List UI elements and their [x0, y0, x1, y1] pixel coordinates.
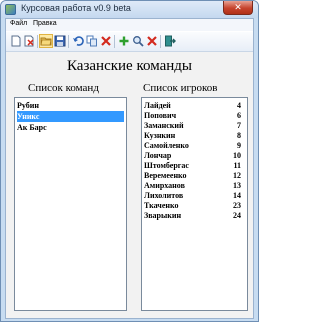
main-panel: Казанские команды Список команд Список и… — [6, 52, 253, 318]
player-name: Лайдей — [144, 101, 171, 110]
copy-icon[interactable] — [86, 35, 98, 47]
add-icon[interactable] — [118, 35, 130, 47]
delete-icon[interactable] — [100, 35, 112, 47]
undo-icon[interactable] — [72, 35, 84, 47]
title-bar[interactable]: Курсовая работа v0.9 beta ✕ — [1, 1, 258, 18]
client-area: Файл Правка Казанские команды Список ком… — [5, 18, 254, 319]
list-item[interactable]: Ак Барс — [17, 122, 124, 133]
close-button[interactable]: ✕ — [223, 1, 253, 15]
player-name: Зварыкин — [144, 211, 182, 220]
teams-header: Список команд — [28, 82, 99, 94]
player-name: Кузнкин — [144, 131, 176, 140]
app-window: Курсовая работа v0.9 beta ✕ Файл Правка — [0, 0, 259, 322]
players-header: Список игроков — [143, 82, 218, 94]
save-icon[interactable] — [54, 35, 66, 47]
open-folder-icon[interactable] — [39, 34, 53, 48]
menu-file[interactable]: Файл — [10, 20, 27, 27]
exit-icon[interactable] — [164, 35, 176, 47]
window-title: Курсовая работа v0.9 beta — [21, 3, 131, 13]
toolbar-separator — [68, 35, 69, 48]
toolbar-separator — [114, 35, 115, 48]
teams-listbox[interactable]: Рубин Уникс Ак Барс — [14, 97, 127, 311]
list-item[interactable]: Уникс — [17, 111, 124, 122]
players-listbox[interactable]: Лайдей 4 Попович 6 Заманский 7 Кузнкин 8 Сам… — [141, 97, 248, 311]
player-name: Лихолитов — [144, 191, 184, 200]
menu-bar: Файл Правка — [6, 19, 253, 31]
app-icon — [5, 4, 16, 15]
delete-icon[interactable] — [146, 35, 158, 47]
player-number: 24 — [233, 211, 241, 220]
toolbar-separator — [160, 35, 161, 48]
list-item[interactable]: Рубин — [17, 100, 124, 111]
player-name: Самойленко — [144, 141, 189, 150]
player-name: Веремеенко — [144, 171, 187, 180]
menu-edit[interactable]: Правка — [33, 20, 57, 27]
player-name: Ткаченко — [144, 201, 179, 210]
player-name: Лончар — [144, 151, 172, 160]
list-item[interactable]: Зварыкин 24 — [144, 210, 245, 221]
search-icon[interactable] — [132, 35, 144, 47]
page-title: Казанские команды — [67, 58, 192, 74]
delete-document-icon[interactable] — [23, 35, 35, 47]
toolbar-separator — [37, 35, 38, 48]
player-name: Амирханов — [144, 181, 185, 190]
player-name: Штомбергас — [144, 161, 189, 170]
new-document-icon[interactable] — [10, 35, 22, 47]
player-name: Заманский — [144, 121, 184, 130]
toolbar — [6, 32, 253, 52]
player-name: Попович — [144, 111, 177, 120]
